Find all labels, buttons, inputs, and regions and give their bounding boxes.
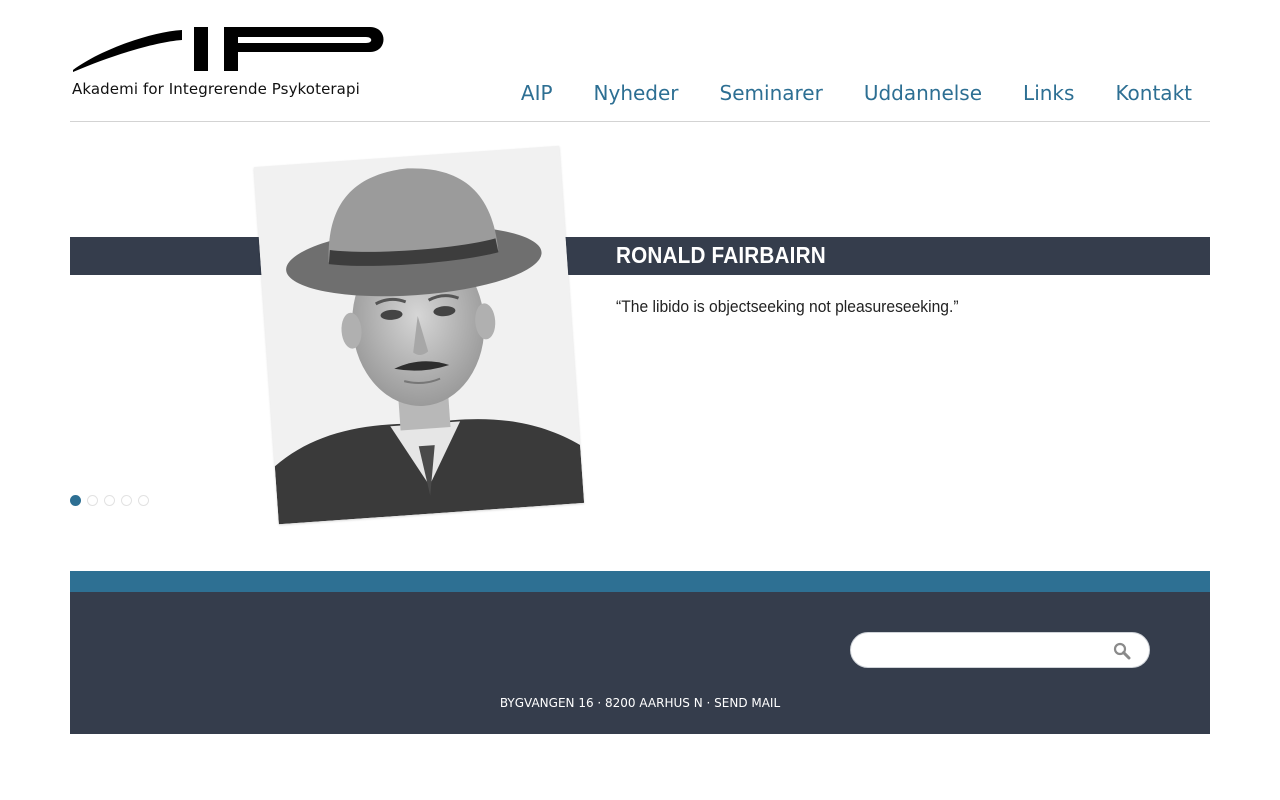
slider-dot-4[interactable]: [121, 495, 132, 506]
site-header: Akademi for Integrerende Psykoterapi AIP…: [70, 0, 1210, 122]
slider-dot-2[interactable]: [87, 495, 98, 506]
address-text: BYGVANGEN 16 · 8200 AARHUS N ·: [499, 696, 715, 710]
logo-tagline: Akademi for Integrerende Psykoterapi: [72, 80, 360, 98]
nav-item-seminarer[interactable]: Seminarer: [697, 78, 841, 108]
logo-link[interactable]: Akademi for Integrerende Psykoterapi: [70, 0, 400, 110]
quote-slider: RONALD FAIRBAIRN “The libido is objectse…: [70, 145, 1210, 540]
footer-accent-strip: [70, 571, 1210, 592]
slider-dot-5[interactable]: [138, 495, 149, 506]
nav-item-links[interactable]: Links: [1000, 78, 1092, 108]
footer-address: BYGVANGEN 16 · 8200 AARHUS N · SEND MAIL: [70, 696, 1210, 710]
slide-person-name: RONALD FAIRBAIRN: [616, 242, 826, 268]
nav-item-aip[interactable]: AIP: [498, 78, 571, 108]
slider-pagination: [70, 495, 155, 506]
main-nav: AIP Nyheder Seminarer Uddannelse Links K…: [498, 78, 1210, 108]
slider-dot-3[interactable]: [104, 495, 115, 506]
portrait-photo: [253, 145, 585, 525]
nav-item-uddannelse[interactable]: Uddannelse: [841, 78, 1000, 108]
nav-item-nyheder[interactable]: Nyheder: [571, 78, 697, 108]
slide-quote: “The libido is objectseeking not pleasur…: [616, 297, 959, 316]
slider-dot-1[interactable]: [70, 495, 81, 506]
search-icon[interactable]: [1113, 642, 1131, 660]
search-box: [850, 632, 1150, 669]
send-mail-link[interactable]: SEND MAIL: [714, 696, 780, 710]
site-footer: BYGVANGEN 16 · 8200 AARHUS N · SEND MAIL: [70, 592, 1210, 734]
search-input[interactable]: [865, 633, 1109, 669]
nav-item-kontakt[interactable]: Kontakt: [1092, 78, 1210, 108]
